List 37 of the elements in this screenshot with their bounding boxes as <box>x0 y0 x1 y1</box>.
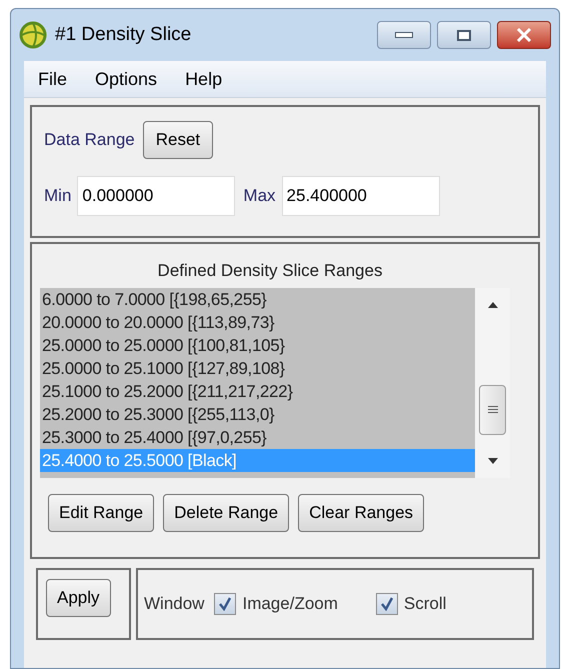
min-field[interactable]: 0.000000 <box>77 176 236 216</box>
close-icon <box>516 28 532 42</box>
range-item[interactable]: 25.0000 to 25.1000 [{127,89,108} <box>40 356 475 380</box>
max-label: Max <box>243 185 276 208</box>
checkbox-label: Scroll <box>404 593 446 616</box>
apply-button[interactable]: Apply <box>46 579 111 617</box>
checkmark-icon <box>380 597 394 611</box>
scroll-down-icon[interactable] <box>488 458 498 464</box>
range-item[interactable]: 25.2000 to 25.3000 [{255,113,0} <box>40 402 475 426</box>
range-item[interactable]: 20.0000 to 20.0000 [{113,89,73} <box>40 310 475 334</box>
range-item[interactable]: 25.3000 to 25.4000 [{97,0,255} <box>40 426 475 448</box>
maximize-button[interactable] <box>437 21 491 49</box>
globe-icon <box>19 21 47 49</box>
range-item[interactable]: 25.0000 to 25.0000 [{100,81,105} <box>40 334 475 356</box>
ranges-title: Defined Density Slice Ranges <box>156 260 384 282</box>
menu-item[interactable]: Help <box>185 66 222 92</box>
max-field[interactable]: 25.400000 <box>282 176 440 216</box>
scroll-thumb[interactable] <box>479 384 506 434</box>
window-label: Window <box>144 593 204 616</box>
data-range-label: Data Range <box>44 129 135 152</box>
range-button[interactable]: Edit Range <box>48 494 154 532</box>
range-button[interactable]: Delete Range <box>163 494 290 532</box>
checkbox-label: Image/Zoom <box>242 593 338 616</box>
minimize-button[interactable] <box>377 21 431 49</box>
range-item[interactable]: 25.1000 to 25.2000 [{211,217,222} <box>40 380 475 402</box>
checkbox[interactable] <box>214 593 236 615</box>
min-label: Min <box>44 185 72 208</box>
checkbox[interactable] <box>376 593 398 615</box>
scroll-up-icon[interactable] <box>488 302 498 308</box>
checkmark-icon <box>218 597 232 611</box>
reset-button[interactable]: Reset <box>142 121 214 159</box>
close-button[interactable] <box>497 21 551 49</box>
range-button[interactable]: Clear Ranges <box>298 494 424 532</box>
menu-item[interactable]: Options <box>95 66 158 92</box>
window-title: #1 Density Slice <box>55 22 192 47</box>
menu-item[interactable]: File <box>38 66 68 92</box>
range-item[interactable]: 6.0000 to 7.0000 [{198,65,255} <box>40 288 475 310</box>
